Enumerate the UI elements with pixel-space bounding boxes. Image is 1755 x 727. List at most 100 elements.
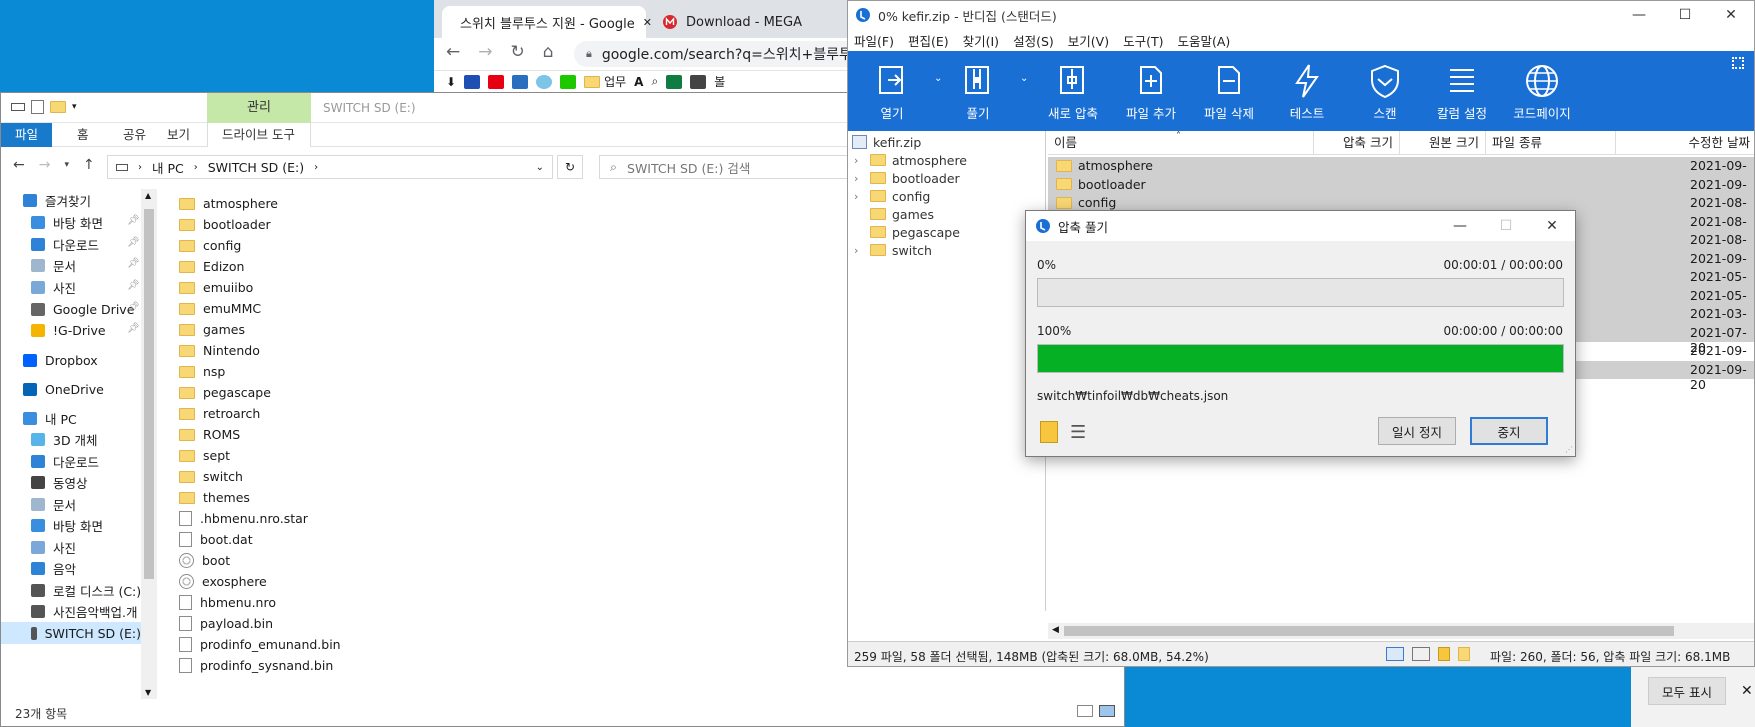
file-row[interactable]: emuiibo: [179, 277, 341, 298]
nav-item[interactable]: 사진: [31, 276, 76, 298]
bookmark-folder[interactable]: 업무: [584, 73, 626, 90]
chevron-down-icon[interactable]: ⌄: [536, 162, 544, 173]
nintendo-bookmark-icon[interactable]: [488, 74, 505, 89]
column-name[interactable]: 이름 ˄: [1048, 131, 1314, 155]
nav-item[interactable]: 동영상: [31, 471, 88, 493]
column-original-size[interactable]: 원본 크기: [1400, 131, 1486, 155]
file-row[interactable]: prodinfo_emunand.bin: [179, 634, 341, 655]
bookmark-icon[interactable]: ⌕: [651, 74, 658, 89]
bookmark-icon[interactable]: [536, 74, 553, 89]
menu-item[interactable]: 설정(S): [1013, 31, 1054, 50]
back-icon[interactable]: ←: [13, 157, 25, 173]
expand-icon[interactable]: ›: [854, 172, 864, 185]
file-row[interactable]: boot: [179, 550, 341, 571]
properties-icon[interactable]: [31, 100, 44, 114]
chrome-tab-google[interactable]: 스위치 블루투스 지원 - Google ✕: [442, 6, 652, 38]
scrollbar-thumb[interactable]: [144, 209, 154, 579]
tab-view[interactable]: 보기: [153, 123, 204, 147]
bookmark-label[interactable]: 볼: [714, 73, 725, 90]
menu-item[interactable]: 파일(F): [854, 31, 894, 50]
file-row[interactable]: sept: [179, 445, 341, 466]
breadcrumb-item[interactable]: SWITCH SD (E:): [208, 160, 304, 175]
nav-item[interactable]: 문서: [31, 493, 76, 515]
list-view-icon[interactable]: [1412, 647, 1430, 661]
bookmark-icon[interactable]: [666, 74, 683, 89]
test-button[interactable]: 테스트: [1269, 51, 1345, 131]
column-file-type[interactable]: 파일 종류: [1486, 131, 1616, 155]
up-icon[interactable]: ↑: [83, 157, 95, 173]
codepage-button[interactable]: 코드페이지: [1504, 51, 1580, 131]
stop-button[interactable]: 중지: [1470, 417, 1548, 445]
scan-button[interactable]: 스캔: [1347, 51, 1423, 131]
tab-drive-tools[interactable]: 드라이브 도구: [207, 123, 311, 147]
address-bar[interactable]: 🔒︎ google.com/search?q=스위치+블루투: [574, 41, 884, 67]
nav-item[interactable]: 문서: [31, 254, 76, 276]
dsm-bookmark-icon[interactable]: [464, 74, 481, 89]
file-row[interactable]: exosphere: [179, 571, 341, 592]
forward-icon[interactable]: →: [39, 157, 51, 173]
maximize-button[interactable]: ☐: [1662, 1, 1708, 29]
resize-grip-icon[interactable]: ⋰: [1565, 445, 1573, 454]
breadcrumb[interactable]: › 내 PC › SWITCH SD (E:) › ⌄: [107, 155, 553, 179]
menu-item[interactable]: 보기(V): [1068, 31, 1109, 50]
column-settings-button[interactable]: 칼럼 설정: [1424, 51, 1500, 131]
file-row[interactable]: boot.dat: [179, 529, 341, 550]
archive-row[interactable]: atmosphere2021-09-25: [1048, 157, 1754, 188]
nav-item[interactable]: 3D 개체: [31, 428, 98, 450]
nav-item[interactable]: 다운로드: [31, 450, 99, 472]
close-button[interactable]: ✕: [1529, 211, 1575, 241]
minimize-button[interactable]: —: [1437, 211, 1483, 241]
nav-item[interactable]: Dropbox: [23, 349, 98, 371]
file-row[interactable]: switch: [179, 466, 341, 487]
nav-item[interactable]: 음악: [31, 557, 76, 579]
file-row[interactable]: ROMS: [179, 424, 341, 445]
nav-item[interactable]: 내 PC: [23, 407, 77, 429]
tree-item[interactable]: › switch: [854, 241, 932, 259]
download-bookmark-icon[interactable]: ⬇: [446, 75, 456, 89]
recent-locations-icon[interactable]: ▾: [64, 160, 69, 170]
file-row[interactable]: emuMMC: [179, 298, 341, 319]
nav-item[interactable]: OneDrive: [23, 378, 104, 400]
file-row[interactable]: bootloader: [179, 214, 341, 235]
file-row[interactable]: games: [179, 319, 341, 340]
details-view-icon[interactable]: [1386, 647, 1404, 661]
scrollbar-thumb[interactable]: [1064, 626, 1674, 636]
navigation-scrollbar[interactable]: ▲ ▼: [141, 189, 157, 699]
scroll-up-icon[interactable]: ▲: [145, 191, 151, 200]
bookmark-icon[interactable]: [512, 74, 529, 89]
close-icon[interactable]: ✕: [1741, 683, 1753, 699]
bookmark-icon[interactable]: A: [634, 75, 643, 89]
file-row[interactable]: payload.bin: [179, 613, 341, 634]
tree-item[interactable]: › config: [854, 187, 930, 205]
archive-icon[interactable]: [1438, 647, 1450, 661]
layout-grid-icon[interactable]: [1732, 57, 1744, 69]
open-button[interactable]: 열기: [854, 51, 930, 131]
archive-row[interactable]: bootloader2021-09-25: [1048, 175, 1754, 207]
nav-item[interactable]: Google Drive: [31, 298, 134, 320]
file-row[interactable]: .hbmenu.nro.star: [179, 508, 341, 529]
expand-icon[interactable]: ›: [854, 154, 864, 167]
menu-item[interactable]: 도움말(A): [1177, 31, 1230, 50]
menu-icon[interactable]: ☰: [1070, 422, 1086, 443]
file-row[interactable]: nsp: [179, 361, 341, 382]
large-icons-view-icon[interactable]: [1099, 705, 1115, 717]
menu-item[interactable]: 편집(E): [908, 31, 949, 50]
nav-item[interactable]: 사진: [31, 536, 76, 558]
back-icon[interactable]: ←: [446, 42, 460, 62]
nav-item[interactable]: 즐겨찾기: [23, 189, 91, 211]
home-icon[interactable]: ⌂: [543, 42, 554, 62]
nav-item[interactable]: 바탕 화면: [31, 514, 103, 536]
forward-icon[interactable]: →: [478, 42, 492, 62]
tab-file[interactable]: 파일: [1, 123, 53, 147]
chrome-tab-mega[interactable]: Download - MEGA: [652, 6, 862, 38]
file-row[interactable]: pegascape: [179, 382, 341, 403]
refresh-button[interactable]: ↻: [557, 155, 583, 179]
bookmark-icon[interactable]: [690, 74, 707, 89]
tree-root[interactable]: kefir.zip: [852, 133, 921, 151]
column-packed-size[interactable]: 압축 크기: [1314, 131, 1400, 155]
expand-icon[interactable]: ›: [854, 190, 864, 203]
file-row[interactable]: themes: [179, 487, 341, 508]
file-row[interactable]: atmosphere: [179, 193, 341, 214]
reload-icon[interactable]: ↻: [511, 42, 525, 62]
file-row[interactable]: hbmenu.nro: [179, 592, 341, 613]
